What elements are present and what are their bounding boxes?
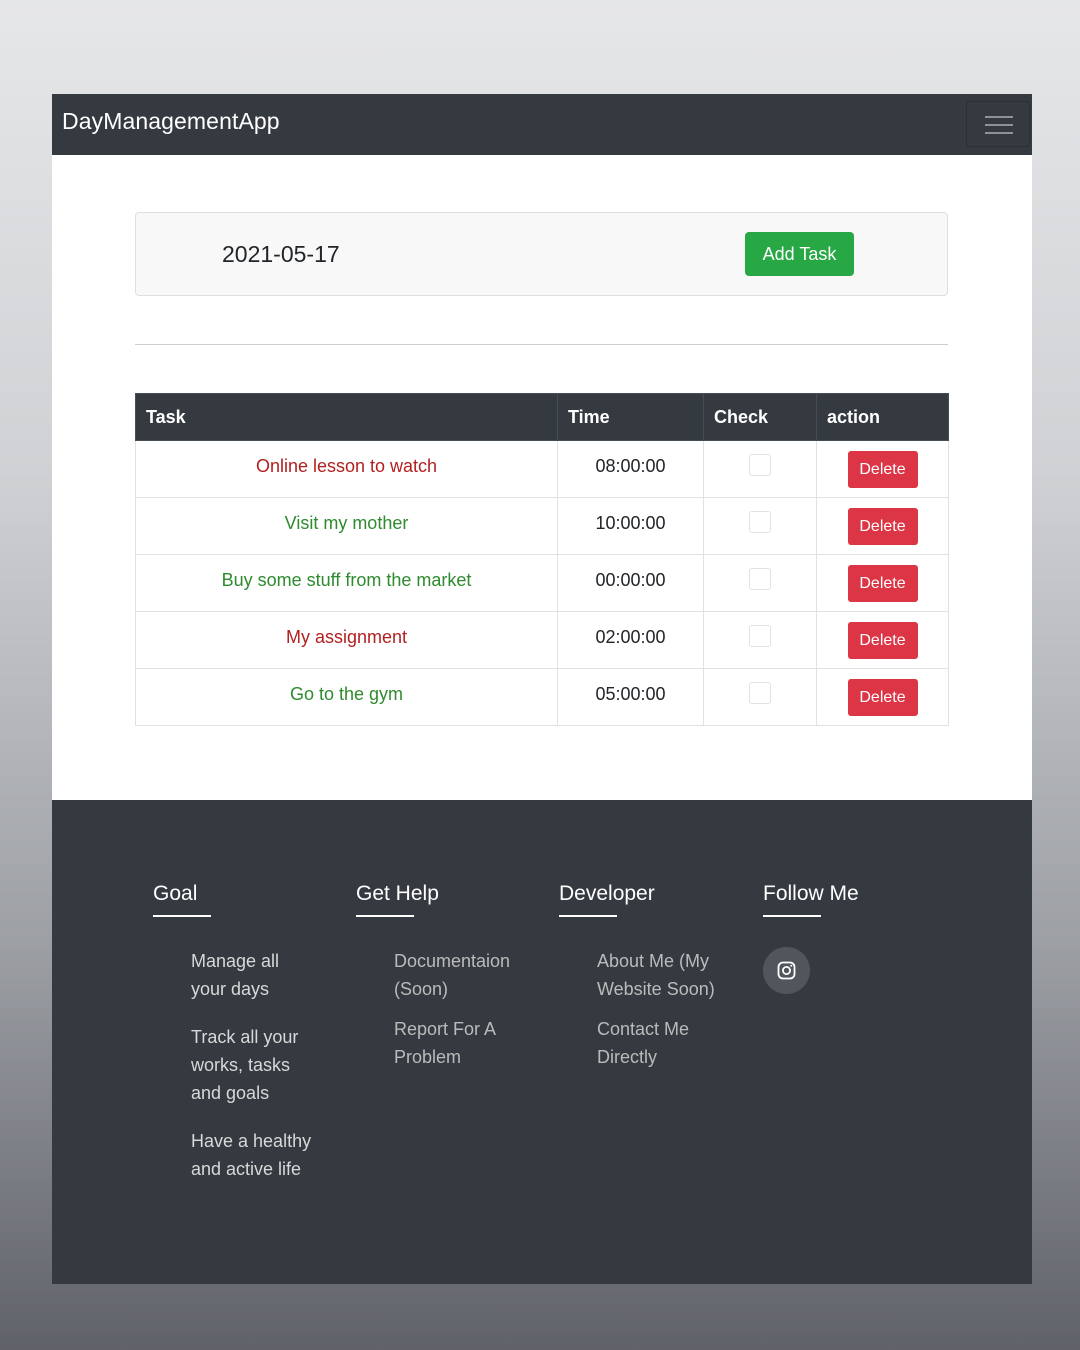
delete-button[interactable]: Delete xyxy=(847,679,918,716)
time-cell: 10:00:00 xyxy=(557,497,704,555)
title-underline xyxy=(763,915,821,917)
task-cell: Buy some stuff from the market xyxy=(135,554,558,612)
current-date: 2021-05-17 xyxy=(222,241,340,267)
check-cell xyxy=(703,554,817,612)
divider xyxy=(135,344,948,345)
navbar-toggler-button[interactable] xyxy=(966,101,1030,147)
app-window: DayManagementApp 2021-05-17 Add Task Tas… xyxy=(52,94,1032,1284)
header-action: action xyxy=(816,393,949,441)
delete-button[interactable]: Delete xyxy=(847,451,918,488)
hamburger-menu-icon-bar xyxy=(985,124,1013,126)
action-cell: Delete xyxy=(816,668,949,726)
developer-link-about[interactable]: About Me (My Website Soon) xyxy=(597,947,727,1003)
title-underline xyxy=(356,915,414,917)
task-time: 08:00:00 xyxy=(595,456,666,476)
help-link-report[interactable]: Report For A Problem xyxy=(394,1015,514,1071)
check-cell xyxy=(703,497,817,555)
table-row: Online lesson to watch 08:00:00 Delete xyxy=(135,440,949,498)
footer-help-column: Get Help Documentaion (Soon) Report For … xyxy=(356,882,556,1083)
task-name: Visit my mother xyxy=(284,513,409,533)
footer-follow-column: Follow Me xyxy=(763,882,963,994)
add-task-button[interactable]: Add Task xyxy=(745,232,854,276)
task-name: Buy some stuff from the market xyxy=(221,570,472,590)
delete-button[interactable]: Delete xyxy=(847,622,918,659)
task-time: 02:00:00 xyxy=(595,627,666,647)
task-name: Online lesson to watch xyxy=(255,456,438,476)
instagram-link[interactable] xyxy=(763,947,810,994)
action-cell: Delete xyxy=(816,611,949,669)
task-time: 05:00:00 xyxy=(595,684,666,704)
delete-button[interactable]: Delete xyxy=(847,565,918,602)
delete-button[interactable]: Delete xyxy=(847,508,918,545)
footer-follow-title: Follow Me xyxy=(763,882,859,905)
footer: Goal Manage all your days Track all your… xyxy=(52,800,1032,1284)
task-cell: My assignment xyxy=(135,611,558,669)
task-cell: Go to the gym xyxy=(135,668,558,726)
action-cell: Delete xyxy=(816,554,949,612)
task-cell: Online lesson to watch xyxy=(135,440,558,498)
check-cell xyxy=(703,440,817,498)
navbar: DayManagementApp xyxy=(52,94,1032,155)
task-checkbox[interactable] xyxy=(749,625,771,647)
date-card: 2021-05-17 Add Task xyxy=(135,212,948,296)
hamburger-menu-icon xyxy=(985,116,1013,118)
footer-developer-title: Developer xyxy=(559,882,655,905)
title-underline xyxy=(559,915,617,917)
title-underline xyxy=(153,915,211,917)
brand-link[interactable]: DayManagementApp xyxy=(62,108,280,135)
time-cell: 08:00:00 xyxy=(557,440,704,498)
footer-help-title: Get Help xyxy=(356,882,439,905)
task-name: Go to the gym xyxy=(289,684,404,704)
action-cell: Delete xyxy=(816,440,949,498)
task-time: 00:00:00 xyxy=(595,570,666,590)
check-cell xyxy=(703,611,817,669)
goal-item: Have a healthy and active life xyxy=(191,1131,312,1179)
table-row: Go to the gym 05:00:00 Delete xyxy=(135,668,949,726)
task-table: Task Time Check action Online lesson to … xyxy=(135,393,949,726)
time-cell: 02:00:00 xyxy=(557,611,704,669)
footer-goal-column: Goal Manage all your days Track all your… xyxy=(153,882,353,1203)
task-time: 10:00:00 xyxy=(595,513,666,533)
header-task: Task xyxy=(135,393,558,441)
developer-link-contact[interactable]: Contact Me Directly xyxy=(597,1015,707,1071)
table-row: Buy some stuff from the market 00:00:00 … xyxy=(135,554,949,612)
table-header-row: Task Time Check action xyxy=(135,393,949,441)
goal-item: Track all your works, tasks and goals xyxy=(191,1027,299,1103)
header-time: Time xyxy=(557,393,704,441)
header-check: Check xyxy=(703,393,817,441)
instagram-icon xyxy=(777,961,796,980)
task-cell: Visit my mother xyxy=(135,497,558,555)
footer-developer-column: Developer About Me (My Website Soon) Con… xyxy=(559,882,759,1083)
goal-item: Manage all your days xyxy=(191,951,280,999)
footer-goal-title: Goal xyxy=(153,882,198,905)
time-cell: 05:00:00 xyxy=(557,668,704,726)
help-link-documentation[interactable]: Documentaion (Soon) xyxy=(394,947,524,1003)
task-name: My assignment xyxy=(285,627,408,647)
hamburger-menu-icon-bar xyxy=(985,132,1013,134)
time-cell: 00:00:00 xyxy=(557,554,704,612)
task-checkbox[interactable] xyxy=(749,511,771,533)
action-cell: Delete xyxy=(816,497,949,555)
table-row: Visit my mother 10:00:00 Delete xyxy=(135,497,949,555)
task-checkbox[interactable] xyxy=(749,568,771,590)
task-checkbox[interactable] xyxy=(749,682,771,704)
table-row: My assignment 02:00:00 Delete xyxy=(135,611,949,669)
task-checkbox[interactable] xyxy=(749,454,771,476)
check-cell xyxy=(703,668,817,726)
